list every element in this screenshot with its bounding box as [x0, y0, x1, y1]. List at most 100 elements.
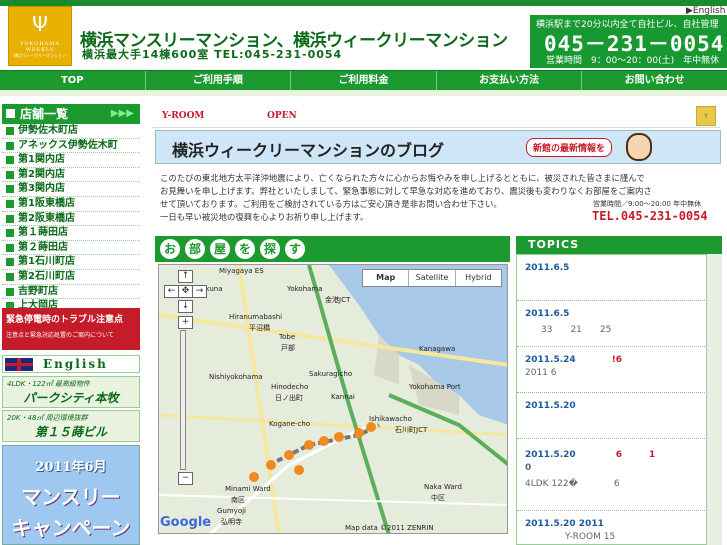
english-label: English	[43, 357, 108, 371]
map-label: 南区	[231, 496, 245, 504]
nav-pricing[interactable]: ご利用料金	[291, 71, 437, 90]
notice-line: お見舞いを申し上げます。弊社といたしまして、緊急事態に対して早急な対応を進めてお…	[160, 186, 652, 196]
campaign-line2: マンスリー	[21, 485, 121, 509]
zoom-out-icon[interactable]: −	[178, 472, 193, 485]
shop-item[interactable]: 第1阪東橋店	[2, 197, 140, 212]
notice-line: このたびの東北地方太平洋沖地震により、亡くなられた方々に心からお悔やみを申し上げ…	[160, 173, 645, 183]
shop-item[interactable]: 第1石川町店	[2, 255, 140, 270]
map-type-hybrid[interactable]: Hybrid	[456, 270, 501, 286]
power-outage-banner[interactable]: 緊急停電時のトラブル注意点 注意点と緊急対応処置のご案内について	[2, 308, 140, 350]
map-label: Hinodecho	[271, 383, 309, 391]
blog-new-badge: 新館の最新情報を	[526, 138, 613, 157]
map-label: 金港JCT	[325, 296, 351, 304]
shop-list-title: 店舗一覧	[20, 107, 69, 121]
blog-banner[interactable]: 横浜ウィークリーマンションのブログ 新館の最新情報を	[155, 130, 721, 164]
map-copyright: Map data ©2011 ZENRIN	[345, 524, 434, 532]
room-search-heading: お 部 屋 を 探 す	[155, 236, 510, 262]
topic-date: 2011.6.5	[525, 309, 570, 319]
nav-contact[interactable]: お問い合わせ	[582, 71, 727, 90]
nav-top[interactable]: TOP	[0, 71, 146, 90]
topic-date-text: 2011.5.24	[525, 355, 576, 365]
arrows-icon: ▶▶▶	[110, 108, 134, 119]
pan-left-icon[interactable]: ←	[164, 285, 179, 298]
map-type-switcher: Map Satellite Hybrid	[362, 269, 502, 287]
topic-item[interactable]: 2011.5.20	[517, 393, 721, 439]
topic-date: 2011.5.20 6 1	[525, 447, 721, 460]
map-label: Kanagawa	[419, 345, 456, 353]
map-label: Ishikawacho	[369, 415, 412, 423]
zoom-slider[interactable]	[180, 330, 186, 470]
bullet-icon	[6, 199, 14, 208]
yroom-label[interactable]: Y-ROOM	[162, 111, 204, 121]
uk-flag-icon	[5, 358, 33, 371]
topic-item[interactable]: 2011.5.20 2011 Y-ROOM 15	[517, 511, 721, 544]
topics-scrollbar[interactable]	[706, 254, 722, 545]
shop-label: 第１蒔田店	[18, 227, 68, 239]
shop-label: 第3関内店	[18, 183, 65, 195]
map-label: 石川町JCT	[395, 426, 428, 434]
topic-mark-2: 0	[525, 463, 532, 473]
topic-date: 2011.5.20	[525, 401, 576, 411]
pan-down-icon[interactable]: ↓	[178, 300, 193, 313]
topic-item[interactable]: 2011.5.24 !6 2011 6	[517, 347, 721, 393]
bullet-icon	[6, 141, 14, 150]
heading-char: 部	[185, 239, 205, 259]
nav-payment[interactable]: お支払い方法	[437, 71, 583, 90]
yroom-logo-icon[interactable]: Y	[696, 106, 716, 126]
map-label: Kogane-cho	[269, 420, 311, 428]
notice-tel[interactable]: TEL.045-231-0054	[592, 210, 708, 223]
map-label: Miyagaya ES	[219, 267, 264, 275]
logo-line2: 横浜ウィークリーマンション	[14, 53, 66, 58]
bullet-icon	[6, 214, 14, 223]
shop-item[interactable]: 第2石川町店	[2, 270, 140, 285]
bullet-icon	[6, 272, 14, 281]
site-logo[interactable]: Ψ YOKOHAMA WEEKLY 横浜ウィークリーマンション	[8, 6, 72, 66]
shop-label: 第2阪東橋店	[18, 212, 75, 224]
google-map[interactable]: Miyagaya ES Yokohama 金港JCT Kanagawa Hira…	[158, 264, 508, 534]
logo-line1: YOKOHAMA WEEKLY	[20, 41, 60, 53]
shop-item[interactable]: 第１蒔田店	[2, 226, 140, 241]
pan-center-icon[interactable]: ✥	[178, 285, 193, 298]
shop-item[interactable]: 吉野町店	[2, 285, 140, 300]
shop-label: 第2石川町店	[18, 270, 75, 282]
topic-item[interactable]: 2011.5.20 6 1 0 4LDK 122� 6	[517, 439, 721, 511]
map-type-satellite[interactable]: Satellite	[409, 270, 456, 286]
shop-label: 第1関内店	[18, 154, 65, 166]
topic-date: 2011.5.20 2011	[525, 519, 604, 529]
park-city-banner[interactable]: 4LDK・122㎡ 最高級物件 パークシティ本牧	[2, 376, 140, 408]
outage-subtitle: 注意点と緊急対応処置のご案内について	[6, 332, 114, 339]
heading-char: 探	[260, 239, 280, 259]
google-logo[interactable]: Google	[160, 515, 211, 530]
campaign-banner[interactable]: 2011年6月 マンスリー キャンペーン	[2, 445, 140, 545]
topic-item[interactable]: 2011.6.5 33 21 25	[517, 301, 721, 347]
bullet-icon	[6, 287, 14, 296]
heading-char: を	[235, 239, 255, 259]
map-label: 弘明寺	[221, 518, 242, 526]
topic-item[interactable]: 2011.6.5	[517, 255, 721, 301]
shop-item[interactable]: 伊勢佐木町店	[2, 124, 140, 139]
shop-label: 第1石川町店	[18, 256, 75, 268]
shop-item[interactable]: アネックス伊勢佐木町	[2, 139, 140, 154]
campaign-line3: キャンペーン	[11, 516, 131, 540]
zoom-in-icon[interactable]: +	[178, 316, 193, 329]
map-label: 平沼橋	[249, 324, 270, 332]
building-15-banner[interactable]: 20K・48㎡ 周辺環境抜群 第１５蒔ビル	[2, 410, 140, 442]
nav-usage-steps[interactable]: ご利用手順	[146, 71, 292, 90]
shop-item[interactable]: 第3関内店	[2, 182, 140, 197]
logo-mark-icon: Ψ	[32, 12, 48, 36]
map-type-map[interactable]: Map	[363, 270, 410, 286]
pan-right-icon[interactable]: →	[192, 285, 207, 298]
english-banner[interactable]: English	[2, 355, 140, 373]
shop-item[interactable]: 第2阪東橋店	[2, 212, 140, 227]
map-label: Nishiyokohama	[209, 373, 263, 381]
bullet-icon	[6, 229, 14, 238]
map-label: Naka Ward	[424, 483, 462, 491]
shop-label: 吉野町店	[18, 285, 58, 297]
shop-item[interactable]: 第2関内店	[2, 168, 140, 183]
map-label: Minami Ward	[225, 485, 271, 493]
topic-text: 33 21 25	[541, 325, 612, 335]
topic-mark: !6	[611, 355, 623, 365]
shop-item[interactable]: 第1関内店	[2, 153, 140, 168]
shop-item[interactable]: 第２蒔田店	[2, 241, 140, 256]
pan-up-icon[interactable]: ↑	[178, 270, 193, 283]
